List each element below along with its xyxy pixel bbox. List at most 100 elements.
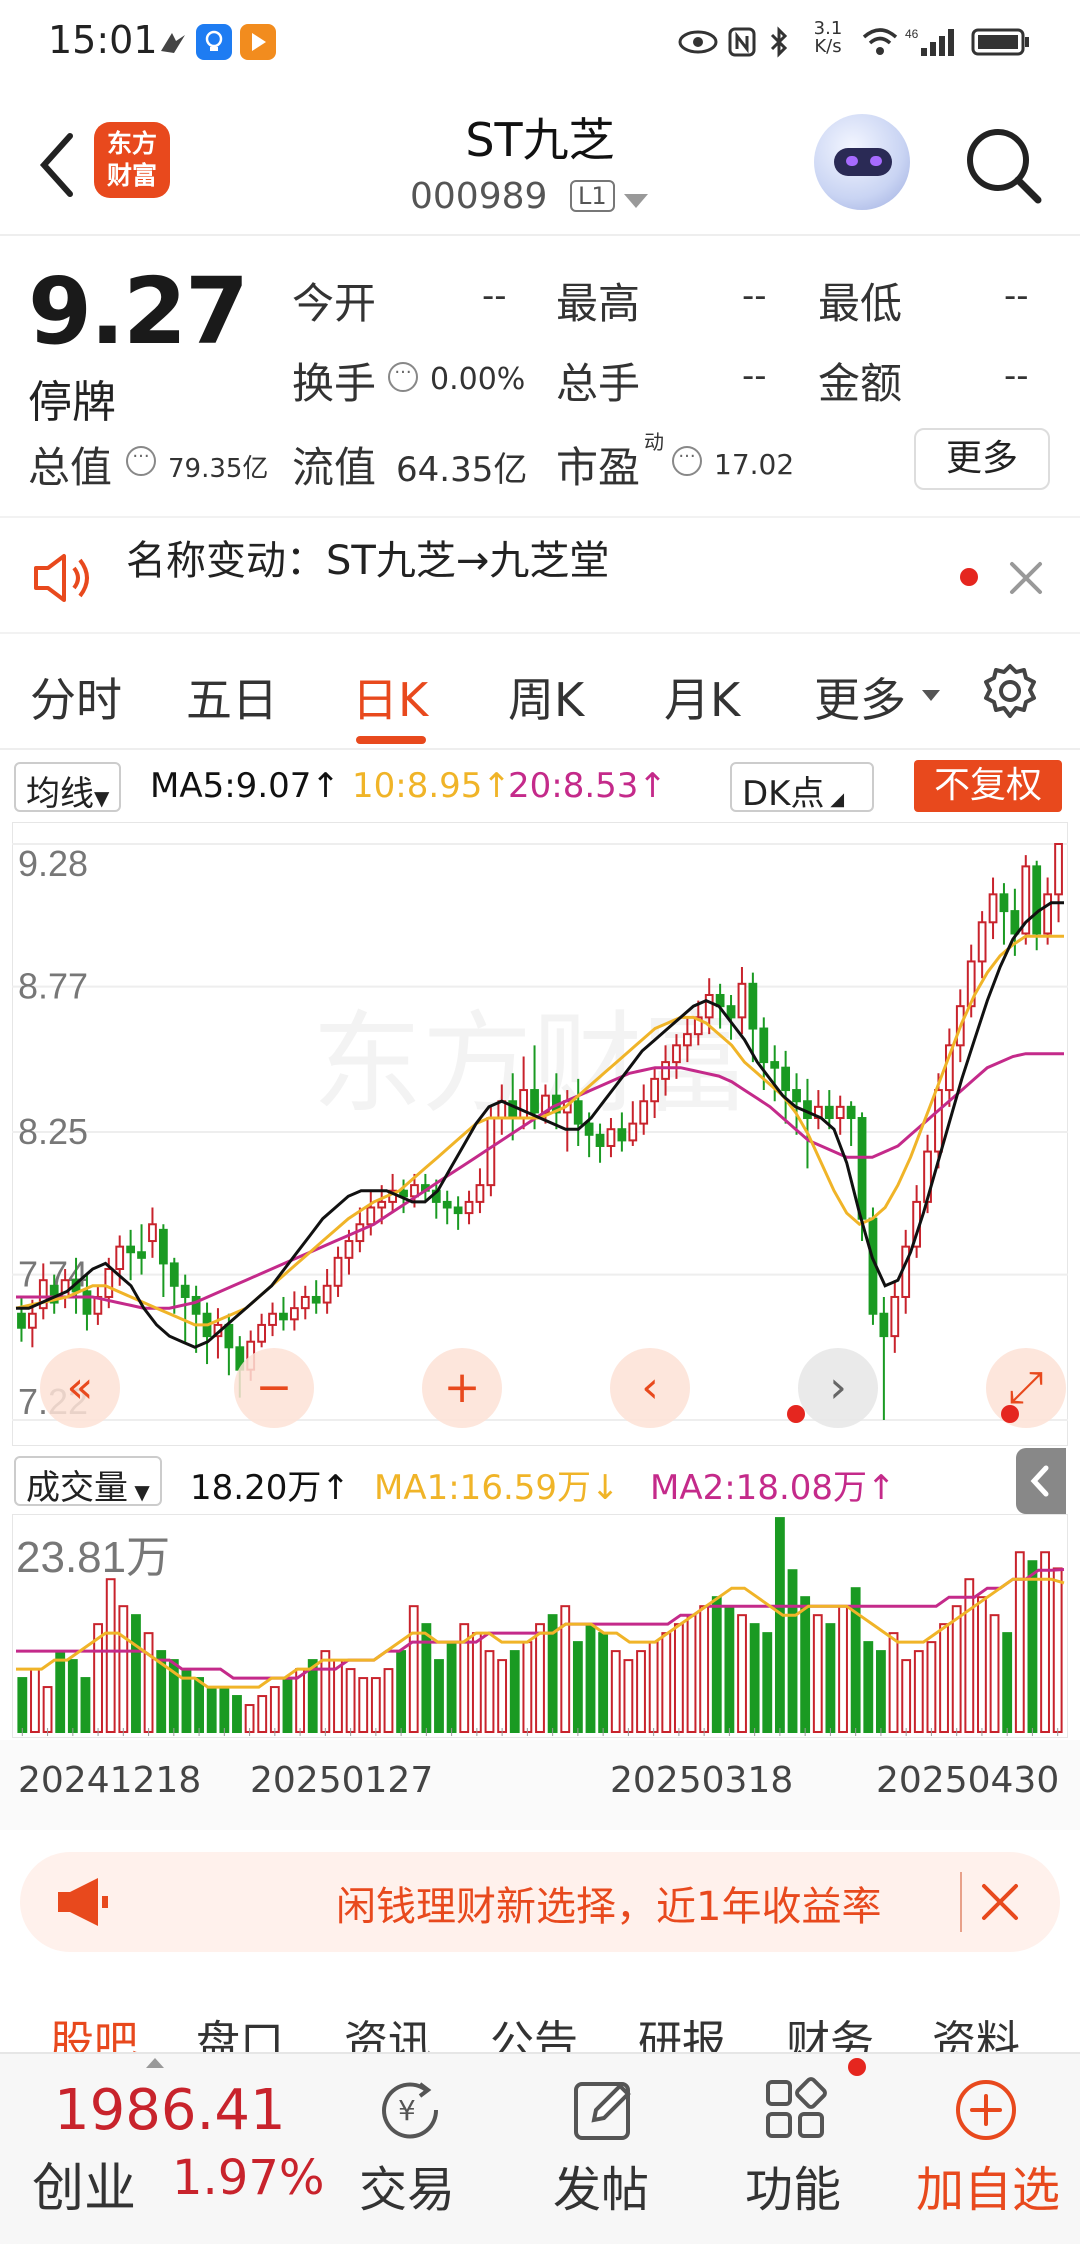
- volume-svg[interactable]: 23.81万: [11, 1513, 1069, 1739]
- close-icon[interactable]: [1006, 558, 1046, 602]
- subtab-orderbook[interactable]: 盘口: [196, 2006, 284, 2056]
- scroll-left-button[interactable]: ‹: [610, 1348, 690, 1428]
- assistant-robot-icon[interactable]: [814, 114, 910, 210]
- candle-body: [584, 1122, 594, 1136]
- volume-bar: [143, 1632, 154, 1733]
- volume-bar: [913, 1650, 924, 1733]
- candle-body: [846, 1105, 856, 1120]
- amount-value: --: [1004, 356, 1029, 396]
- volume-bar: [1027, 1560, 1038, 1733]
- scroll-right-button[interactable]: ›: [798, 1348, 878, 1428]
- volume-bar: [408, 1605, 419, 1733]
- volume-bar: [206, 1686, 217, 1733]
- ma-selector[interactable]: 均线▼: [14, 762, 122, 814]
- candle-body: [366, 1206, 376, 1226]
- candle-body: [169, 1262, 179, 1287]
- volume-chart[interactable]: 23.81万: [11, 1513, 1069, 1739]
- volume-bar: [55, 1650, 66, 1733]
- video-app-icon: [240, 24, 276, 60]
- more-dots-icon[interactable]: ···: [126, 446, 156, 476]
- volume-bar: [585, 1623, 596, 1733]
- subtab-forum[interactable]: 股吧: [50, 2006, 138, 2056]
- eye-icon: [676, 24, 720, 60]
- scroll-left-fast-button[interactable]: «: [40, 1348, 120, 1428]
- zoom-in-button[interactable]: +: [422, 1348, 502, 1428]
- collapse-panel-button[interactable]: [1016, 1448, 1066, 1514]
- volume-bar: [724, 1605, 735, 1733]
- tab-intraday[interactable]: 分时: [30, 664, 122, 730]
- candle-body: [279, 1312, 288, 1321]
- level-badge[interactable]: L1: [570, 180, 615, 212]
- index-ticker[interactable]: 1986.41 创业 1.97%: [0, 2054, 330, 2244]
- search-icon[interactable]: [958, 120, 1048, 210]
- volume-bar: [800, 1596, 811, 1733]
- volume-label: 总手: [556, 359, 641, 408]
- tab-weekly-k[interactable]: 周K: [508, 664, 584, 730]
- notification-dot: [848, 2058, 866, 2076]
- tab-more[interactable]: 更多: [814, 664, 906, 730]
- notice-bar[interactable]: 名称变动：ST九芝→九芝堂: [0, 516, 1080, 634]
- volume-bar: [232, 1695, 242, 1734]
- volume-selector-label: 成交量: [26, 1468, 128, 1508]
- post-button[interactable]: 发帖: [516, 2054, 686, 2244]
- more-dots-icon[interactable]: ···: [388, 362, 418, 392]
- subtab-news[interactable]: 资讯: [344, 2006, 432, 2056]
- more-dots-icon[interactable]: ···: [672, 446, 702, 476]
- fullscreen-button[interactable]: ⤢: [986, 1348, 1066, 1428]
- volume-bar: [333, 1659, 343, 1734]
- post-label: 发帖: [552, 2162, 649, 2218]
- ad-text: 闲钱理财新选择，近1年收益率: [336, 1884, 882, 1930]
- back-button[interactable]: [30, 130, 90, 200]
- gear-icon[interactable]: [978, 660, 1042, 728]
- subtab-announcements[interactable]: 公告: [490, 2006, 578, 2056]
- chevron-down-icon: [922, 690, 940, 701]
- candle-body: [115, 1245, 125, 1271]
- add-watchlist-label: 加自选: [915, 2162, 1060, 2218]
- y-tick-label: 8.77: [18, 966, 88, 1007]
- volume-bar: [888, 1632, 899, 1733]
- volume-bar: [244, 1704, 255, 1734]
- float-label: 流值: [292, 443, 377, 492]
- kline-svg[interactable]: 9.288.778.257.747.22东方财富«−+‹›⤢: [11, 821, 1069, 1447]
- volume-bar: [269, 1686, 280, 1733]
- volume-bar: [901, 1659, 912, 1734]
- candle-body: [672, 1044, 681, 1064]
- subtab-profile[interactable]: 资料: [932, 2006, 1020, 2056]
- functions-button[interactable]: 功能: [708, 2054, 878, 2244]
- tab-monthly-k[interactable]: 月K: [664, 664, 740, 730]
- volume-bar: [434, 1659, 444, 1734]
- volume-bar: [484, 1650, 495, 1733]
- candle-body: [737, 982, 747, 1019]
- dk-point-button[interactable]: DK点 ◢: [730, 762, 874, 814]
- chevron-down-icon[interactable]: [624, 194, 648, 208]
- volume-bar: [421, 1623, 432, 1733]
- zoom-out-button[interactable]: −: [234, 1348, 314, 1428]
- more-button[interactable]: 更多: [914, 428, 1050, 490]
- open-value: --: [482, 276, 507, 316]
- tab-five-day[interactable]: 五日: [186, 664, 278, 730]
- status-time: 15:01: [48, 18, 158, 62]
- volume-selector[interactable]: 成交量 ▼: [14, 1456, 162, 1508]
- fullscreen-icon: ⤢: [1008, 1362, 1043, 1413]
- candle-body: [999, 893, 1009, 913]
- volume-bar: [257, 1695, 268, 1734]
- unread-dot: [960, 568, 978, 586]
- candle-body: [257, 1323, 267, 1343]
- trade-button[interactable]: ¥ 交易: [322, 2054, 492, 2244]
- ad-banner[interactable]: 闲钱理财新选择，近1年收益率: [20, 1852, 1060, 1952]
- volume-bar: [497, 1659, 508, 1734]
- subtab-financials[interactable]: 财务: [786, 2006, 874, 2056]
- candle-body: [311, 1295, 321, 1304]
- subtab-research[interactable]: 研报: [638, 2006, 726, 2056]
- candle-body: [1010, 910, 1020, 935]
- volume-bar: [282, 1677, 293, 1733]
- adjust-button[interactable]: 不复权: [914, 760, 1062, 812]
- tab-daily-k[interactable]: 日K: [352, 664, 428, 730]
- volume-bar: [358, 1677, 369, 1733]
- active-tab-indicator: [356, 736, 426, 744]
- add-watchlist-button[interactable]: 加自选: [898, 2054, 1078, 2244]
- speaker-icon: [30, 548, 96, 612]
- close-icon[interactable]: [980, 1882, 1020, 1926]
- pe-sup: 动: [644, 430, 664, 454]
- kline-chart[interactable]: 9.288.778.257.747.22东方财富«−+‹›⤢: [11, 821, 1069, 1447]
